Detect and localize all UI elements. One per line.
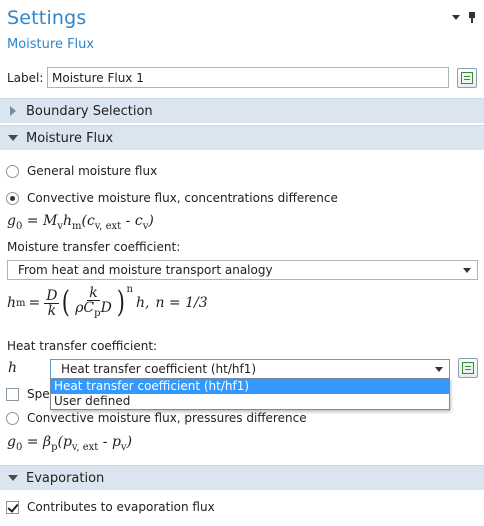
checkbox-evaporation-flux[interactable]: Contributes to evaporation flux: [6, 500, 215, 514]
section-moisture-flux[interactable]: Moisture Flux: [0, 125, 484, 150]
chevron-down-icon: [463, 268, 471, 273]
radio-general-moisture-flux[interactable]: General moisture flux: [6, 164, 157, 178]
radio-label: Convective moisture flux, pressures diff…: [27, 411, 307, 425]
checkbox[interactable]: [6, 500, 19, 514]
section-title: Boundary Selection: [26, 103, 153, 119]
equation-analogy: hm = Dk ( k ρCpD ) n h, n = 1/3: [7, 284, 208, 321]
heat-transfer-options-list: Heat transfer coefficient (ht/hf1) User …: [50, 378, 450, 410]
radio-button[interactable]: [6, 411, 19, 425]
section-evaporation[interactable]: Evaporation: [0, 465, 484, 490]
section-boundary-selection[interactable]: Boundary Selection: [0, 98, 484, 123]
page-title: Settings: [7, 7, 87, 29]
expand-right-icon: [10, 106, 16, 116]
checkbox-label: Contributes to evaporation flux: [27, 500, 215, 514]
select-value: Heat transfer coefficient (ht/hf1): [61, 362, 257, 376]
radio-convective-pressures[interactable]: Convective moisture flux, pressures diff…: [6, 411, 307, 425]
select-value: From heat and moisture transport analogy: [18, 263, 273, 277]
heat-transfer-symbol: h: [8, 360, 18, 376]
checkbox[interactable]: [6, 387, 19, 401]
label-tool-button[interactable]: [457, 68, 477, 88]
label-tool-icon: [461, 72, 473, 84]
radio-label: Convective moisture flux, concentrations…: [27, 191, 338, 205]
collapse-down-icon: [8, 135, 18, 141]
header-toolbar: [452, 12, 476, 23]
moisture-transfer-coefficient-label: Moisture transfer coefficient:: [7, 240, 181, 254]
variable-tool-button[interactable]: [458, 358, 478, 378]
panel-menu-icon[interactable]: [452, 15, 460, 20]
label-caption: Label:: [7, 71, 44, 85]
pin-icon[interactable]: [468, 12, 476, 23]
section-title: Moisture Flux: [26, 130, 114, 146]
option-user-defined[interactable]: User defined: [51, 394, 449, 409]
equation-pressure-flux: g0 = βp(pv, ext - pv): [7, 434, 133, 453]
radio-button[interactable]: [6, 164, 19, 178]
page-subtitle: Moisture Flux: [7, 37, 95, 52]
option-heat-transfer-coefficient[interactable]: Heat transfer coefficient (ht/hf1): [51, 379, 449, 394]
heat-transfer-coefficient-select[interactable]: Heat transfer coefficient (ht/hf1): [50, 359, 450, 379]
chevron-down-icon: [435, 367, 443, 372]
equation-concentration-flux: g0 = Mvhm(cv, ext - cv): [7, 213, 154, 232]
label-input[interactable]: [47, 67, 449, 88]
heat-transfer-coefficient-label: Heat transfer coefficient:: [7, 339, 158, 353]
radio-button[interactable]: [6, 191, 19, 205]
collapse-down-icon: [8, 475, 18, 481]
section-title: Evaporation: [26, 470, 105, 486]
radio-convective-concentrations[interactable]: Convective moisture flux, concentrations…: [6, 191, 338, 205]
variable-tool-icon: [462, 362, 474, 374]
moisture-transfer-coefficient-select[interactable]: From heat and moisture transport analogy: [7, 260, 478, 280]
radio-label: General moisture flux: [27, 164, 158, 178]
